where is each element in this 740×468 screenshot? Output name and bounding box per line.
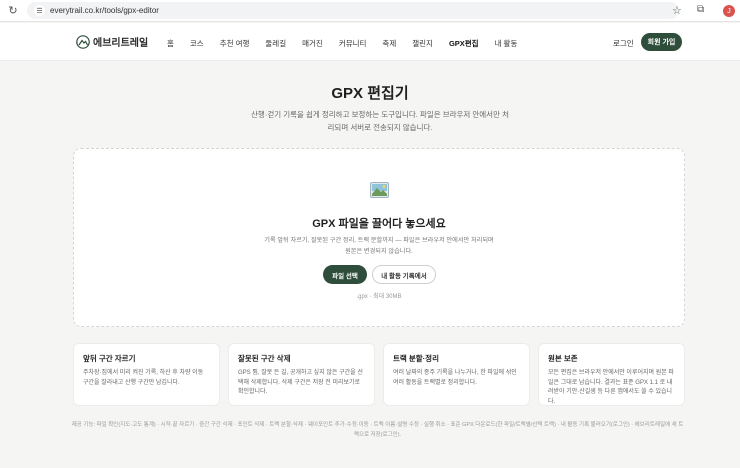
feature-card-title: 앞뒤 구간 자르기 [83, 354, 136, 363]
page-description: 산행·걷기 기록을 쉽게 정리하고 보정하는 도구입니다. 파일은 브라우저 안… [251, 110, 509, 132]
reload-icon[interactable]: ↻ [5, 3, 21, 19]
signup-button[interactable]: 회원 가입 [641, 33, 682, 51]
nav-item-magazine[interactable]: 매거진 [302, 38, 323, 49]
url-text: everytrail.co.kr/tools/gpx-editor [50, 6, 159, 15]
login-link[interactable]: 로그인 [613, 38, 634, 49]
nav-item-recommended-trips[interactable]: 추천 여행 [220, 38, 250, 49]
drop-zone-title: GPX 파일을 끌어다 놓으세요 [312, 218, 446, 230]
feature-card-preserve-original: 원본 보존 모든 편집은 브라우저 안에서만 이루어지며 원본 파일은 그대로 … [538, 343, 685, 406]
site-header: 에브리트레일 홈 코스 추천 여행 둘레길 매거진 커뮤니티 축제 챌린지 GP… [0, 23, 740, 61]
nav-item-courses[interactable]: 코스 [190, 38, 204, 49]
feature-card-title: 잘못된 구간 삭제 [238, 354, 291, 363]
bookmark-star-icon[interactable]: ☆ [672, 4, 682, 17]
nav-item-gpx-editor[interactable]: GPX편집 [449, 38, 479, 49]
file-format-hint: .gpx · 최대 30MB [356, 294, 402, 300]
feature-card-title: 원본 보존 [548, 354, 578, 363]
nav-item-home[interactable]: 홈 [167, 38, 174, 49]
nav-item-community[interactable]: 커뮤니티 [339, 38, 367, 49]
select-file-button[interactable]: 파일 선택 [323, 265, 367, 284]
feature-card-description: 모든 편집은 브라우저 안에서만 이루어지며 원본 파일은 그대로 남습니다. … [548, 370, 674, 405]
address-bar[interactable]: ☰ everytrail.co.kr/tools/gpx-editor [27, 2, 679, 19]
logo-text: 에브리트레일 [93, 38, 149, 49]
from-my-activity-button[interactable]: 내 활동 기록에서 [372, 265, 436, 284]
nav-item-trails[interactable]: 둘레길 [265, 38, 286, 49]
feature-card-delete-segment: 잘못된 구간 삭제 GPS 튐, 잘못 든 길, 공개하고 싶지 않은 구간을 … [228, 343, 375, 406]
site-info-icon[interactable]: ☰ [34, 5, 45, 16]
map-icon [370, 182, 389, 198]
page-title: GPX 편집기 [331, 85, 409, 102]
feature-card-description: 주차장·집에서 미리 켜진 기록, 하산 후 차량 이동 구간을 잘라내고 산행… [83, 370, 204, 386]
file-drop-zone[interactable]: GPX 파일을 끌어다 놓으세요 기록 앞뒤 자르기, 잘못된 구간 정리, 트… [73, 148, 685, 327]
drop-zone-description: 기록 앞뒤 자르기, 잘못된 구간 정리, 트랙 분할까지 — 파일은 브라우저… [264, 237, 494, 255]
feature-list-note: 제공 기능: 파일 확인(지도·고도 통계) · 시작·끝 자르기 · 중간 구… [71, 422, 684, 438]
nav-item-challenges[interactable]: 챌린지 [412, 38, 433, 49]
browser-toolbar: ↻ ☰ everytrail.co.kr/tools/gpx-editor ☆ … [0, 0, 740, 22]
mountain-logo-icon [76, 34, 90, 49]
nav-item-festivals[interactable]: 축제 [382, 38, 396, 49]
feature-card-split-tracks: 트랙 분할·정리 여러 날짜의 종주 기록을 나누거나, 한 파일에 섞인 여러… [383, 343, 530, 406]
feature-card-title: 트랙 분할·정리 [393, 354, 439, 363]
main-nav: 홈 코스 추천 여행 둘레길 매거진 커뮤니티 축제 챌린지 GPX편집 내 활… [167, 38, 533, 49]
nav-item-my-activity[interactable]: 내 활동 [495, 38, 518, 49]
site-logo[interactable]: 에브리트레일 [76, 34, 148, 49]
profile-avatar[interactable]: J [723, 5, 735, 17]
feature-card-trim: 앞뒤 구간 자르기 주차장·집에서 미리 켜진 기록, 하산 후 차량 이동 구… [73, 343, 220, 406]
feature-card-description: GPS 튐, 잘못 든 길, 공개하고 싶지 않은 구간을 선택해 삭제합니다.… [238, 370, 363, 395]
extensions-icon[interactable]: ⧉ [697, 4, 704, 15]
feature-card-description: 여러 날짜의 종주 기록을 나누거나, 한 파일에 섞인 여러 활동을 트랙별로… [393, 370, 517, 386]
